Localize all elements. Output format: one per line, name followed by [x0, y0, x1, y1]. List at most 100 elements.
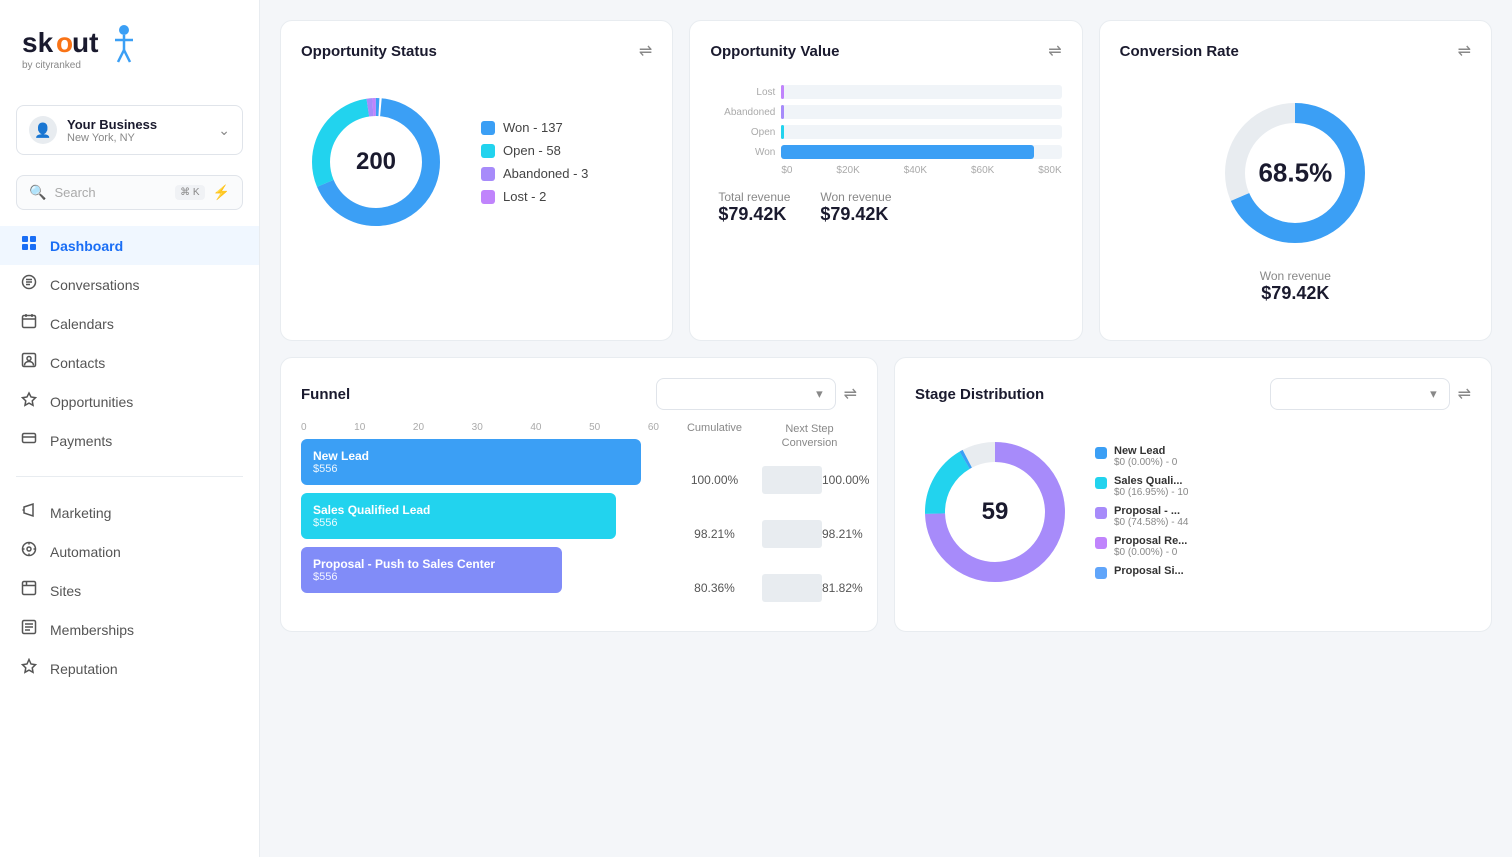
reputation-label: Reputation	[50, 661, 118, 677]
opportunity-value-title: Opportunity Value	[710, 43, 839, 60]
bar-proposal-label: Proposal - Push to Sales Center	[313, 557, 550, 571]
funnel-bar-proposal: Proposal - Push to Sales Center $556	[301, 547, 562, 593]
opportunity-status-title: Opportunity Status	[301, 43, 437, 60]
nav-secondary: Marketing Automation Sites Memberships R…	[0, 485, 259, 696]
sidebar: sk o ut by cityranked 👤 Your Business Ne…	[0, 0, 260, 857]
bar-new-lead-label: New Lead	[313, 449, 629, 463]
funnel-col-cumulative: Cumulative	[667, 422, 762, 451]
sidebar-item-contacts[interactable]: Contacts	[0, 343, 259, 382]
opp-value-header: Opportunity Value ⇌	[710, 41, 1061, 61]
business-info: Your Business New York, NY	[67, 117, 208, 144]
sidebar-item-reputation[interactable]: Reputation	[0, 649, 259, 688]
conv-rate-header: Conversion Rate ⇌	[1120, 41, 1471, 61]
legend-open-color	[481, 144, 495, 158]
funnel-table-rows: 100.00% 100.00% 98.21% 98.21% 80.36%	[667, 457, 857, 611]
total-revenue-label: Total revenue	[718, 190, 790, 204]
conversion-value: 68.5%	[1258, 158, 1332, 189]
funnel-dropdown[interactable]: ▾	[656, 378, 836, 410]
stage-donut: 59	[915, 432, 1075, 592]
won-revenue-label: Won revenue	[820, 190, 891, 204]
svg-text:ut: ut	[72, 27, 98, 58]
stage-dist-title: Stage Distribution	[915, 386, 1044, 403]
sidebar-item-automation[interactable]: Automation	[0, 532, 259, 571]
sidebar-item-conversations[interactable]: Conversations	[0, 265, 259, 304]
x-label-40k: $40K	[904, 165, 927, 176]
fx-30: 30	[472, 422, 483, 433]
conv-rate-filter-icon[interactable]: ⇌	[1458, 41, 1471, 61]
stage-color-4	[1095, 567, 1107, 579]
funnel-title: Funnel	[301, 386, 350, 403]
memberships-icon	[20, 619, 38, 640]
bar-label-open: Open	[710, 127, 775, 138]
funnel-bars-section: 0 10 20 30 40 50 60 New Lead $556	[301, 422, 659, 611]
fx-50: 50	[589, 422, 600, 433]
funnel-cumul-0: 100.00%	[667, 473, 762, 487]
bar-label-abandoned: Abandoned	[710, 107, 775, 118]
reputation-icon	[20, 658, 38, 679]
search-shortcut: ⌘ K	[175, 185, 204, 200]
bar-sql-label: Sales Qualified Lead	[313, 503, 604, 517]
funnel-next-0: 100.00%	[822, 473, 857, 487]
conversion-rate-title: Conversion Rate	[1120, 43, 1239, 60]
legend-open-label: Open - 58	[503, 143, 561, 158]
funnel-bar-cell-2	[762, 574, 822, 602]
sidebar-item-marketing[interactable]: Marketing	[0, 493, 259, 532]
business-selector[interactable]: 👤 Your Business New York, NY ⌄	[16, 105, 243, 155]
nav-primary: Dashboard Conversations Calendars Contac…	[0, 218, 259, 468]
search-label: Search	[54, 185, 167, 200]
funnel-col-next-step: Next StepConversion	[762, 422, 857, 451]
sidebar-item-dashboard[interactable]: Dashboard	[0, 226, 259, 265]
conversion-donut: 68.5%	[1215, 93, 1375, 253]
status-total: 200	[356, 148, 396, 176]
fx-20: 20	[413, 422, 424, 433]
dashboard-icon	[20, 235, 38, 256]
logo-svg: sk o ut by cityranked	[20, 20, 160, 72]
stage-text-4: Proposal Si...	[1114, 565, 1184, 577]
sidebar-item-memberships[interactable]: Memberships	[0, 610, 259, 649]
contacts-label: Contacts	[50, 355, 105, 371]
funnel-next-2: 81.82%	[822, 581, 857, 595]
contacts-icon	[20, 352, 38, 373]
sidebar-item-payments[interactable]: Payments	[0, 421, 259, 460]
search-bar[interactable]: 🔍 Search ⌘ K ⚡	[16, 175, 243, 210]
funnel-next-1: 98.21%	[822, 527, 857, 541]
calendars-icon	[20, 313, 38, 334]
fx-60: 60	[648, 422, 659, 433]
bottom-cards-grid: Funnel ▾ ⇌ 0 10 20	[280, 357, 1492, 632]
legend-won: Won - 137	[481, 120, 588, 135]
sidebar-item-opportunities[interactable]: Opportunities	[0, 382, 259, 421]
marketing-label: Marketing	[50, 505, 111, 521]
funnel-bar-new-lead: New Lead $556	[301, 439, 641, 485]
opp-value-filter-icon[interactable]: ⇌	[1048, 41, 1061, 61]
status-legend: Won - 137 Open - 58 Abandoned - 3 Lost -…	[481, 120, 588, 204]
legend-open: Open - 58	[481, 143, 588, 158]
funnel-filter-icon[interactable]: ⇌	[844, 384, 857, 404]
payments-icon	[20, 430, 38, 451]
stage-color-3	[1095, 537, 1107, 549]
stage-filter-icon[interactable]: ⇌	[1458, 384, 1471, 404]
stage-legend-4: Proposal Si...	[1095, 565, 1189, 579]
funnel-dropdown-chevron: ▾	[816, 386, 823, 402]
opportunity-value-card: Opportunity Value ⇌ Lost Abandone	[689, 20, 1082, 341]
won-revenue-value: $79.42K	[820, 204, 891, 225]
x-label-60k: $60K	[971, 165, 994, 176]
stage-legend-1: Sales Quali... $0 (16.95%) - 10	[1095, 475, 1189, 498]
stage-center-val: 59	[982, 498, 1009, 526]
filter-icon[interactable]: ⇌	[639, 41, 652, 61]
bar-proposal-val: $556	[313, 571, 550, 583]
sidebar-item-calendars[interactable]: Calendars	[0, 304, 259, 343]
automation-label: Automation	[50, 544, 121, 560]
conversations-icon	[20, 274, 38, 295]
memberships-label: Memberships	[50, 622, 134, 638]
stage-dropdown[interactable]: ▾	[1270, 378, 1450, 410]
legend-lost-color	[481, 190, 495, 204]
conv-won-value: $79.42K	[1260, 283, 1331, 304]
sidebar-item-sites[interactable]: Sites	[0, 571, 259, 610]
bar-label-lost: Lost	[710, 87, 775, 98]
stage-color-2	[1095, 507, 1107, 519]
funnel-bar-sql: Sales Qualified Lead $556	[301, 493, 616, 539]
legend-won-color	[481, 121, 495, 135]
bar-sql-val: $556	[313, 517, 604, 529]
funnel-table-row-0: 100.00% 100.00%	[667, 457, 857, 503]
legend-lost-label: Lost - 2	[503, 189, 546, 204]
